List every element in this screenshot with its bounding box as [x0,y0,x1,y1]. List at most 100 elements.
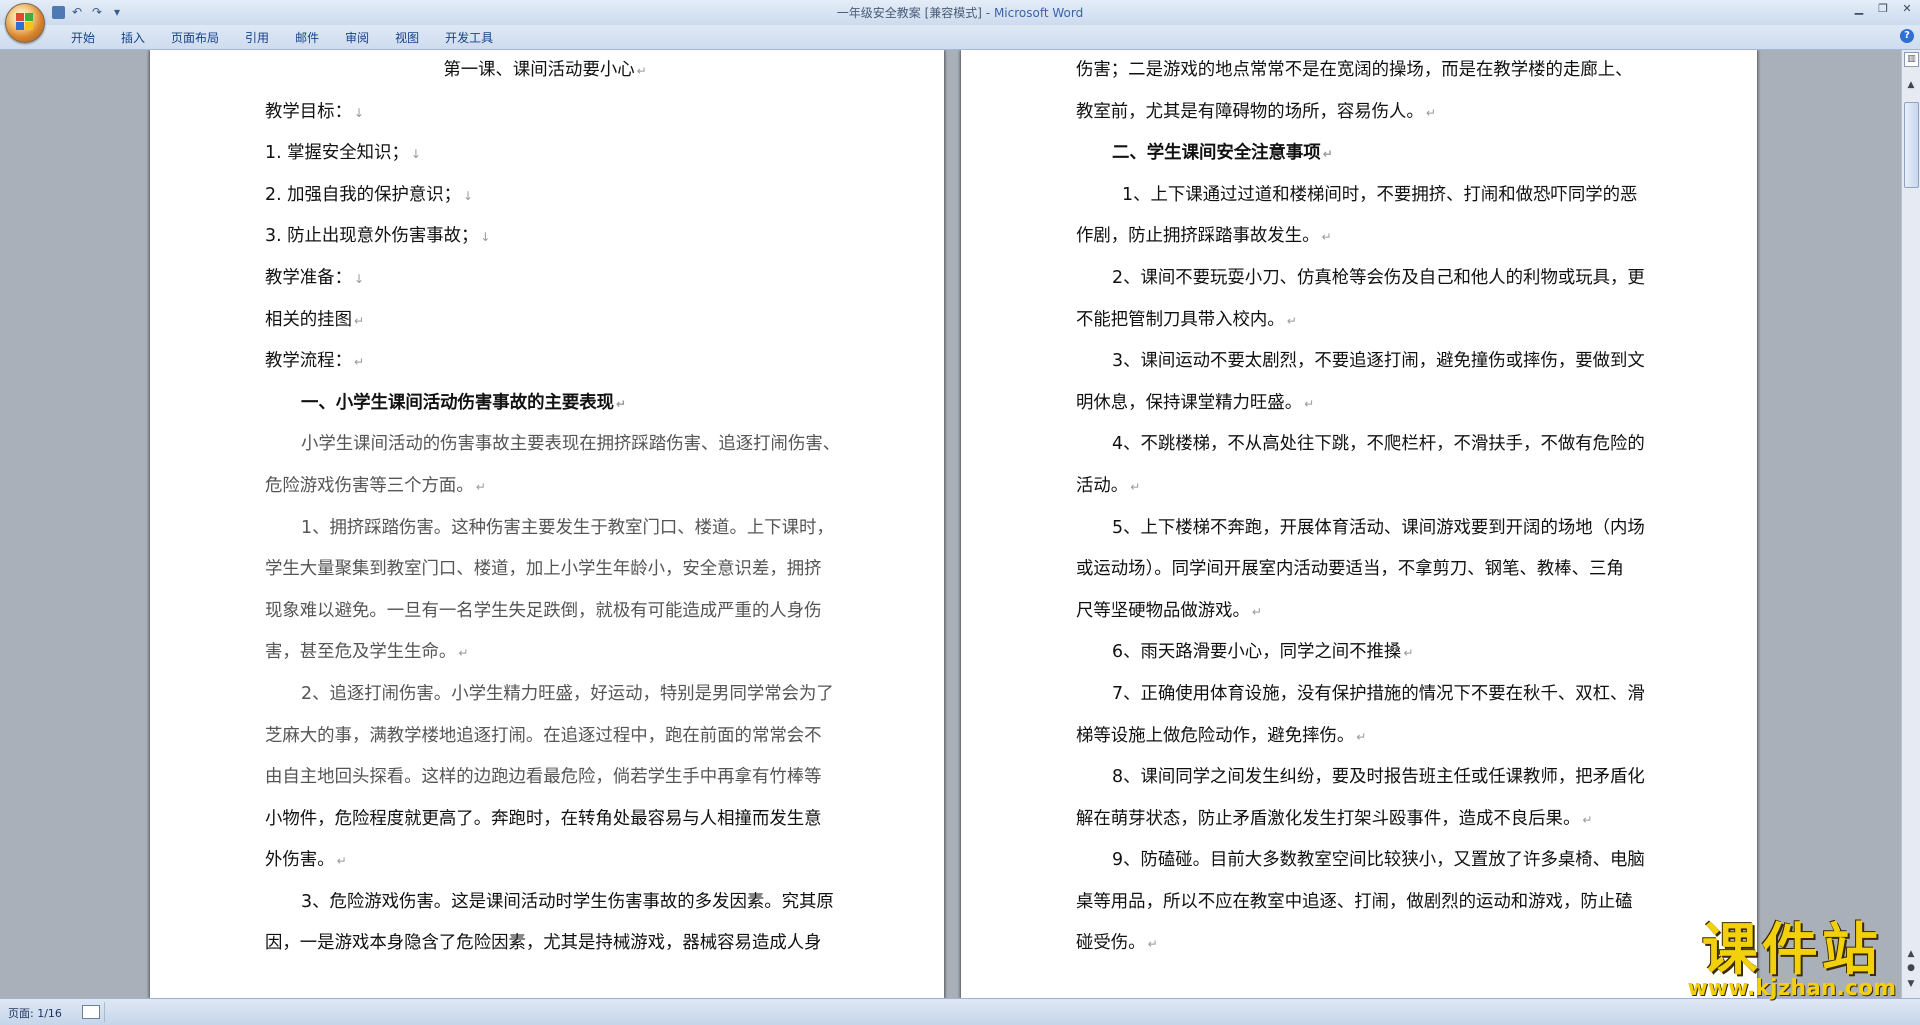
line-text: 不能把管制刀具带入校内。 [1076,309,1285,330]
paragraph-mark-icon: ↵ [1582,812,1593,827]
right-page-line: 1、上下课通过过道和楼梯间时，不要拥挤、打闹和做恐吓同学的恶 [1076,175,1646,217]
right-page-line: 桌等用品，所以不应在教室中追逐、打闹，做剧烈的运动和游戏，防止磕 [1076,882,1646,924]
tab-references[interactable]: 引用 [232,25,282,50]
paragraph-mark-icon: ↵ [1322,147,1333,162]
left-page-line: 因，一是游戏本身隐含了危险因素，尤其是持械游戏，器械容易造成人身 [265,923,825,965]
line-text: 相关的挂图 [265,309,352,330]
page-left[interactable]: 第一课、课间活动要小心 ↵ 教学目标： ↓ 1. 掌握安全知识； ↓ 2. 加强自我的保护意… [150,50,944,999]
line-text: 7、正确使用体育设施，没有保护措施的情况下不要在秋千、双杠、滑 [1112,683,1645,704]
scroll-up-icon[interactable]: ▲ [1904,80,1918,94]
line-text: 3. 防止出现意外伤害事故； [265,226,479,247]
paragraph-mark-icon: ↵ [353,313,365,328]
line-text: 9、防磕碰。目前大多数教室空间比较狭小，又置放了许多桌椅、电脑 [1112,850,1645,871]
tab-page-layout[interactable]: 页面布局 [158,25,232,50]
tab-mailings[interactable]: 邮件 [282,25,332,50]
page-count[interactable]: 页面: 1/16 [8,1005,62,1021]
vertical-scrollbar[interactable]: ▥ ▲ ▲ ● ▼ [1901,50,1920,999]
right-page-line: 碰受伤。 ↵ [1076,923,1646,965]
line-text: 4、不跳楼梯，不从高处往下跳，不爬栏杆，不滑扶手，不做有危险的 [1112,434,1645,455]
paragraph-mark-icon: ↵ [475,479,486,494]
window-title: 一年级安全教案 [兼容模式] - Microsoft Word [0,4,1920,21]
right-page-line: 6、雨天路滑要小心，同学之间不推搡 ↵ [1076,632,1646,674]
left-page-line: 教学准备： ↓ [265,258,825,300]
paragraph-mark-icon: ↓ [353,271,365,286]
line-text: 作剧，防止拥挤踩踏事故发生。 [1076,226,1320,247]
line-text: 或运动场）。同学间开展室内活动要适当，不拿剪刀、钢笔、教棒、三角 [1076,559,1624,580]
paragraph-mark-icon: ↵ [1286,313,1297,328]
left-page-line: 小学生课间活动的伤害事故主要表现在拥挤踩踏伤害、追逐打闹伤害、 [265,424,840,466]
line-text: 3、课间运动不要太剧烈，不要追逐打闹，避免撞伤或摔伤，要做到文 [1112,351,1645,372]
line-text: 1. 掌握安全知识； [265,143,409,164]
paragraph-mark-icon: ↵ [1147,937,1158,952]
left-page-line: 害，甚至危及学生生命。 ↵ [265,632,825,674]
left-page-line: 3、危险游戏伤害。这是课间活动时学生伤害事故的多发因素。究其原 [265,882,834,924]
paragraph-mark-icon: ↵ [1321,230,1332,245]
left-page-line: 芝麻大的事，满教学楼地追逐打闹。在追逐过程中，跑在前面的常常会不 [265,716,825,758]
ruler-toggle-icon[interactable]: ▥ [1904,52,1919,67]
paragraph-mark-icon: ↓ [463,188,474,203]
line-text: 外伤害。 [265,850,335,871]
paragraph-mark-icon: ↓ [353,105,365,120]
tab-developer[interactable]: 开发工具 [432,25,506,50]
close-icon[interactable]: ✕ [1900,2,1914,15]
tab-insert[interactable]: 插入 [108,25,158,50]
left-page-line: 教学目标： ↓ [265,92,825,134]
right-page-line: 伤害；二是游戏的地点常常不是在宽阔的操场，而是在教学楼的走廊上、 [1076,50,1646,92]
line-text: 芝麻大的事，满教学楼地追逐打闹。在追逐过程中，跑在前面的常常会不 [265,725,822,746]
watermark-text: 课件站 [1701,917,1882,983]
paragraph-mark-icon: ↵ [1304,396,1315,411]
right-page-line: 2、课间不要玩耍小刀、仿真枪等会伤及自己和他人的利物或玩具，更 [1076,258,1646,300]
left-page-line: 第一课、课间活动要小心 ↵ [265,50,825,92]
tab-home[interactable]: 开始 [58,25,108,50]
right-page-line: 教室前，尤其是有障碍物的场所，容易伤人。 ↵ [1076,92,1646,134]
line-text: 教学准备： [265,267,352,288]
status-bar: 页面: 1/16 [0,998,1920,1025]
line-text: 现象难以避免。一旦有一名学生失足跌倒，就极有可能造成严重的人身伤 [265,600,822,621]
right-page-line: 作剧，防止拥挤踩踏事故发生。 ↵ [1076,216,1646,258]
select-browse-object-icon[interactable]: ● [1904,963,1918,977]
help-icon[interactable]: ? [1900,29,1914,43]
office-logo-icon [16,13,34,31]
paragraph-mark-icon: ↓ [410,147,421,162]
line-text: 伤害；二是游戏的地点常常不是在宽阔的操场，而是在教学楼的走廊上、 [1076,60,1633,80]
right-page-line: 梯等设施上做危险动作，避免摔伤。 ↵ [1076,716,1646,758]
line-text: 1、上下课通过过道和楼梯间时，不要拥挤、打闹和做恐吓同学的恶 [1122,184,1638,205]
previous-page-icon[interactable]: ▲ [1904,949,1918,963]
window-controls: ▁ ❐ ✕ [1852,2,1914,15]
restore-icon[interactable]: ❐ [1876,2,1890,15]
tab-view[interactable]: 视图 [382,25,432,50]
left-page-line: 2. 加强自我的保护意识； ↓ [265,175,825,217]
paragraph-mark-icon: ↵ [1251,604,1262,619]
line-text: 教室前，尤其是有障碍物的场所，容易伤人。 [1076,101,1424,122]
line-text: 2、追逐打闹伤害。小学生精力旺盛，好运动，特别是男同学常会为了 [301,683,834,704]
paragraph-mark-icon: ↵ [336,854,347,869]
left-page-line: 1. 掌握安全知识； ↓ [265,133,825,175]
line-text: 梯等设施上做危险动作，避免摔伤。 [1076,725,1355,746]
line-text: 由自主地回头探看。这样的边跑边看最危险，倘若学生手中再拿有竹棒等 [265,767,822,788]
tab-review[interactable]: 审阅 [332,25,382,50]
line-text: 6、雨天路滑要小心，同学之间不推搡 [1112,642,1402,663]
language-icon[interactable] [82,1005,100,1019]
line-text: 桌等用品，所以不应在教室中追逐、打闹，做剧烈的运动和游戏，防止磕 [1076,891,1633,912]
paragraph-mark-icon: ↵ [1356,729,1367,744]
line-text: 1、拥挤踩踏伤害。这种伤害主要发生于教室门口、楼道。上下课时， [301,517,834,538]
line-text: 5、上下楼梯不奔跑，开展体育活动、课间游戏要到开阔的场地（内场 [1112,517,1645,538]
page-right[interactable]: 伤害；二是游戏的地点常常不是在宽阔的操场，而是在教学楼的走廊上、 教室前，尤其是有… [961,50,1757,999]
right-page-line: 3、课间运动不要太剧烈，不要追逐打闹，避免撞伤或摔伤，要做到文 [1076,341,1646,383]
app-name: Microsoft Word [993,6,1084,20]
page-right-content: 伤害；二是游戏的地点常常不是在宽阔的操场，而是在教学楼的走廊上、 教室前，尤其是有… [1076,50,1646,965]
minimize-icon[interactable]: ▁ [1852,2,1866,15]
left-page-line: 学生大量聚集到教室门口、楼道，加上小学生年龄小，安全意识差，拥挤 [265,549,825,591]
next-page-icon[interactable]: ▼ [1904,979,1918,993]
right-page-line: 尺等坚硬物品做游戏。 ↵ [1076,591,1646,633]
line-text: 因，一是游戏本身隐含了危险因素，尤其是持械游戏，器械容易造成人身 [265,933,822,954]
right-page-line: 明休息，保持课堂精力旺盛。 ↵ [1076,383,1646,425]
line-text: 碰受伤。 [1076,933,1146,954]
office-button[interactable] [5,3,45,43]
line-text: 解在萌芽状态，防止矛盾激化发生打架斗殴事件，造成不良后果。 [1076,808,1581,829]
paragraph-mark-icon: ↵ [1425,105,1436,120]
scroll-thumb[interactable] [1904,102,1919,188]
title-separator: - [981,6,994,20]
line-text: 8、课间同学之间发生纠纷，要及时报告班主任或任课教师，把矛盾化 [1112,767,1645,788]
line-text: 小物件，危险程度就更高了。奔跑时，在转角处最容易与人相撞而发生意 [265,808,822,829]
